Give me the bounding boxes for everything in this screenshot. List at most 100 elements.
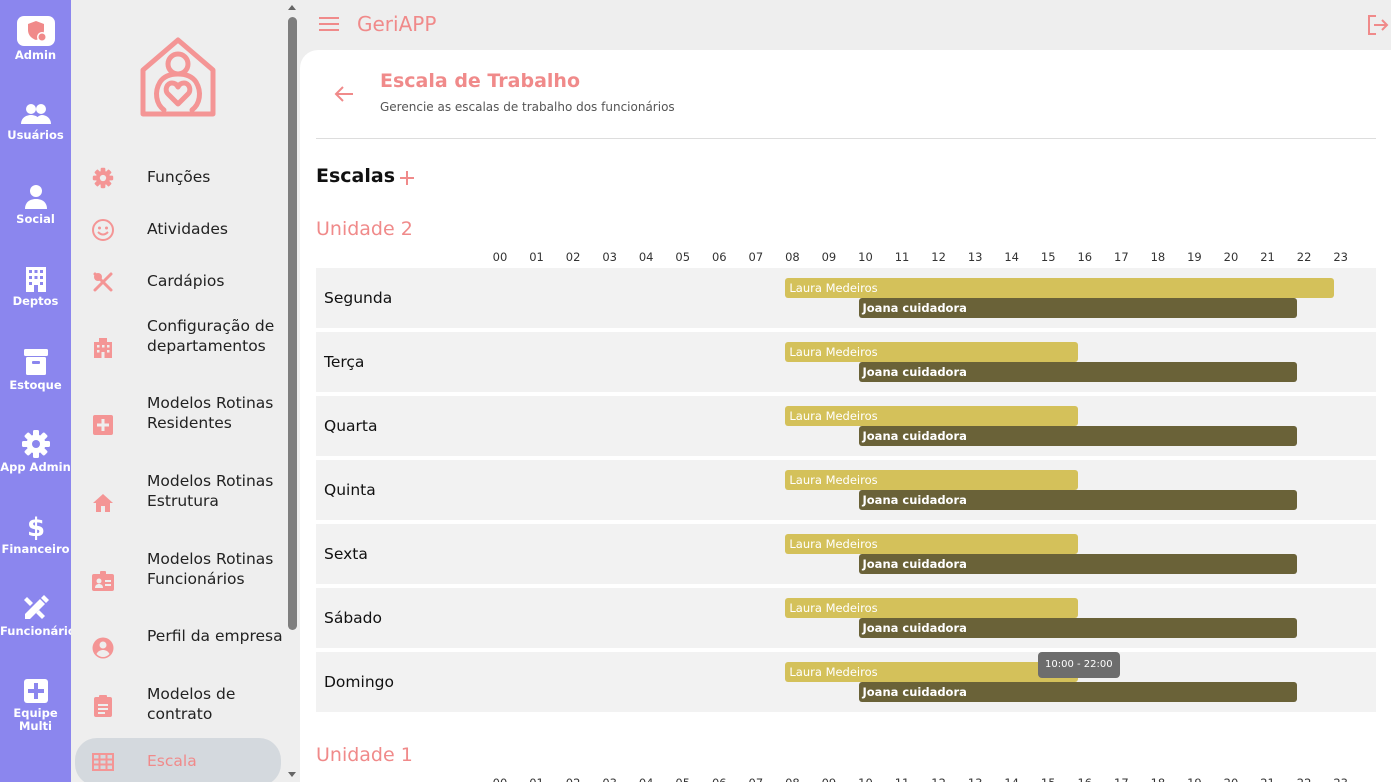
rail-label: Estoque (9, 378, 62, 392)
hour-label: 19 (1187, 250, 1202, 264)
rail-item-app-admin[interactable]: App Admin (0, 430, 71, 474)
sidebar-item-modelos-rotinas-residentes[interactable]: Modelos Rotinas Residentes (71, 394, 285, 437)
shift-bar[interactable]: Joana cuidadora (858, 298, 1298, 318)
dollar-icon: $ (26, 513, 44, 540)
sidebar-item-modelos-rotinas-funcionarios[interactable]: Modelos Rotinas Funcionários (71, 550, 285, 593)
hour-label: 04 (636, 776, 656, 782)
hour-label: 08 (782, 776, 802, 782)
shift-bar[interactable]: Laura Medeiros (785, 406, 1078, 426)
smile-icon (91, 218, 115, 242)
add-icon[interactable] (398, 169, 416, 187)
rail-item-estoque[interactable]: Estoque (0, 348, 71, 392)
scrollbar-thumb[interactable] (288, 17, 297, 630)
rail-item-funcionario[interactable]: Funcionário (0, 594, 76, 638)
hour-label: 10 (856, 776, 876, 782)
scroll-up-arrow-icon[interactable] (288, 5, 296, 10)
shift-bar[interactable]: Joana cuidadora (858, 682, 1298, 702)
hour-label: 09 (821, 250, 837, 264)
scroll-down-arrow-icon[interactable] (288, 772, 296, 777)
day-row: Sexta Laura Medeiros Joana cuidadora (316, 524, 1376, 584)
sidebar-item-escala[interactable]: Escala (75, 738, 281, 782)
rail-item-equipe-multi[interactable]: Equipe Multi (0, 678, 71, 733)
rail-label: Funcionário (0, 624, 76, 638)
hour-label: 00 (490, 776, 510, 782)
shift-bar[interactable]: Laura Medeiros (785, 342, 1078, 362)
rail-item-financeiro[interactable]: $ Financeiro (0, 512, 71, 556)
rail-item-deptos[interactable]: Deptos (0, 266, 71, 308)
shift-bar[interactable]: Joana cuidadora (858, 618, 1298, 638)
hour-label: 08 (785, 250, 800, 264)
sidebar-item-cardapios[interactable]: Cardápios (71, 270, 285, 294)
back-arrow-icon[interactable] (334, 85, 354, 103)
shift-bar[interactable]: Laura Medeiros (785, 662, 1078, 682)
rail-label: Equipe Multi (13, 706, 58, 733)
building-icon (91, 336, 115, 360)
sidebar-item-atividades[interactable]: Atividades (71, 218, 285, 242)
day-row: Sábado Laura Medeiros Joana cuidadora (316, 588, 1376, 648)
hour-label: 11 (894, 250, 910, 264)
day-row: Segunda Laura Medeiros Joana cuidadora (316, 268, 1376, 328)
shift-bar[interactable]: Joana cuidadora (858, 554, 1298, 574)
hour-label: 15 (1040, 250, 1056, 264)
hour-label: 12 (929, 776, 949, 782)
sidebar-scrollbar[interactable] (285, 0, 300, 782)
hour-label: 07 (746, 776, 766, 782)
shift-bar[interactable]: Laura Medeiros (785, 598, 1078, 618)
sidebar-item-label: Configuração de departamentos (147, 317, 275, 355)
logout-icon[interactable] (1367, 14, 1389, 36)
rail-item-usuarios[interactable]: Usuários (0, 102, 71, 142)
sidebar-item-modelos-contrato[interactable]: Modelos de contrato (71, 685, 285, 723)
main-panel: Escala de Trabalho Gerencie as escalas d… (300, 50, 1391, 782)
hour-label: 05 (673, 776, 693, 782)
hours-axis: 00 01 02 03 04 05 06 07 08 09 10 11 12 13 14 15 16 17 18 19… (316, 776, 1376, 782)
day-row: Quarta Laura Medeiros Joana cuidadora (316, 396, 1376, 456)
app-title: GeriAPP (357, 12, 437, 36)
sidebar-item-label: Modelos Rotinas Funcionários (147, 550, 274, 588)
rail-label: Social (16, 212, 55, 226)
shift-bar[interactable]: Laura Medeiros (785, 278, 1334, 298)
hour-label: 14 (1002, 776, 1022, 782)
sidebar-item-modelos-rotinas-estrutura[interactable]: Modelos Rotinas Estrutura (71, 472, 285, 515)
hour-label: 16 (1075, 776, 1095, 782)
hour-label: 06 (709, 776, 729, 782)
hour-label: 02 (563, 776, 583, 782)
svg-text:$: $ (26, 513, 44, 540)
shift-bar[interactable]: Laura Medeiros (785, 534, 1078, 554)
hour-label: 15 (1038, 776, 1058, 782)
hour-label: 10 (858, 250, 873, 264)
menu-icon[interactable] (319, 16, 339, 32)
day-label: Domingo (324, 673, 394, 691)
medical-box-icon (91, 413, 115, 437)
sidebar-item-funcoes[interactable]: Funções (71, 166, 285, 190)
shift-bar[interactable]: Joana cuidadora (858, 426, 1298, 446)
geriapp-logo (140, 37, 216, 117)
hour-label: 17 (1114, 250, 1129, 264)
pencil-ruler-icon (23, 595, 49, 619)
sidebar-item-label: Cardápios (147, 272, 225, 291)
hour-label: 20 (1221, 776, 1241, 782)
hour-label: 19 (1184, 776, 1204, 782)
account-circle-icon (91, 636, 115, 660)
rail-item-social[interactable]: Social (0, 184, 71, 226)
rail-label: Admin (14, 48, 57, 62)
rail-label: Deptos (12, 294, 59, 308)
rail-label: Financeiro (1, 542, 70, 556)
sidebar-item-perfil-empresa[interactable]: Perfil da empresa (71, 627, 285, 660)
clipboard-icon (91, 694, 115, 718)
hour-label: 18 (1148, 776, 1168, 782)
hour-label: 06 (711, 250, 727, 264)
day-row: Quinta Laura Medeiros Joana cuidadora (316, 460, 1376, 520)
hour-label: 00 (492, 250, 508, 264)
sidebar-item-label: Modelos Rotinas Residentes (147, 394, 274, 432)
hour-label: 14 (1004, 250, 1019, 264)
unit-title: Unidade 1 (316, 744, 413, 766)
home-icon (91, 491, 115, 515)
rail-item-admin[interactable]: Admin (0, 16, 71, 62)
shift-bar[interactable]: Joana cuidadora (858, 362, 1298, 382)
shift-bar[interactable]: Laura Medeiros (785, 470, 1078, 490)
shift-bar[interactable]: Joana cuidadora (858, 490, 1298, 510)
hour-label: 03 (602, 250, 617, 264)
hour-label: 05 (675, 250, 691, 264)
sidebar-item-configuracao-departamentos[interactable]: Configuração de departamentos (71, 317, 285, 360)
sidebar-item-label: Modelos Rotinas Estrutura (147, 472, 274, 510)
